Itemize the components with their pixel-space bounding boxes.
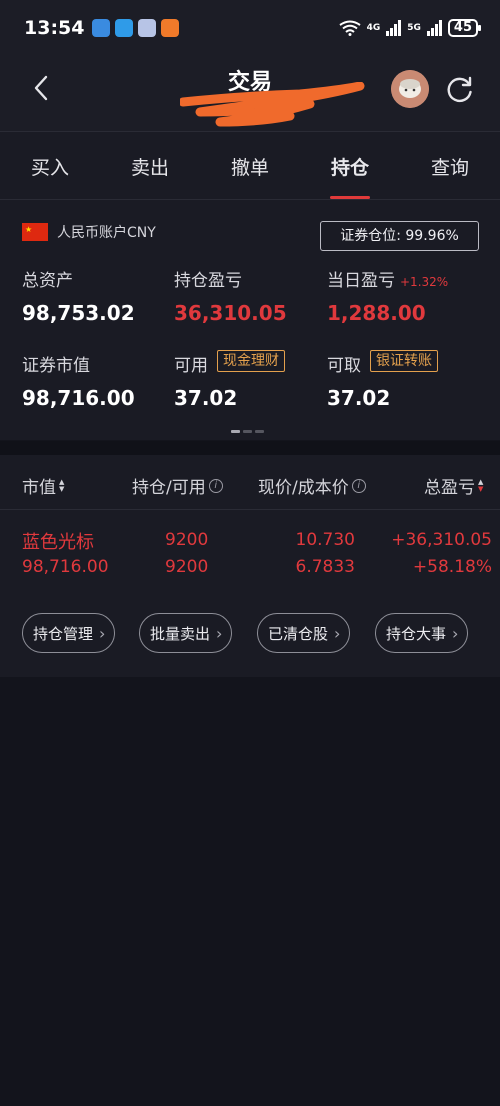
col-total-pl-label: 总盈亏 [424, 478, 475, 498]
info-icon[interactable]: i [208, 478, 223, 493]
tab-cancel-order[interactable]: 撤单 [200, 132, 300, 199]
position-ratio-badge[interactable]: 证券仓位: 99.96% [320, 221, 479, 251]
tab-query[interactable]: 查询 [400, 132, 500, 199]
info-icon[interactable]: i [351, 478, 366, 493]
position-events-label: 持仓大事 [386, 624, 447, 643]
tab-buy[interactable]: 买入 [0, 132, 100, 199]
tab-bar: 买入 卖出 撤单 持仓 查询 [0, 132, 500, 199]
stock-total-pl: +36,310.05 [391, 530, 492, 550]
position-events-button[interactable]: 持仓大事 › [375, 613, 469, 653]
cleared-stocks-button[interactable]: 已清仓股 › [257, 613, 351, 653]
refresh-icon [447, 76, 472, 103]
account-label: 人民币账户CNY [57, 225, 156, 241]
batch-sell-label: 批量卖出 [150, 624, 211, 643]
position-ratio-value: 99.96% [405, 228, 459, 244]
daily-pl-percent: +1.32% [400, 275, 449, 289]
bank-transfer-button[interactable]: 银证转账 [370, 350, 438, 372]
status-time: 13:54 [24, 17, 85, 39]
total-assets-label: 总资产 [22, 271, 73, 291]
stock-total-pl-percent: +58.18% [412, 557, 492, 577]
orange-app-icon [161, 19, 180, 37]
total-assets-value: 98,753.02 [22, 301, 135, 325]
tab-sell[interactable]: 卖出 [100, 132, 200, 199]
network-label-1: 4G [366, 23, 381, 33]
table-header-divider [0, 509, 500, 510]
col-holding-available[interactable]: 持仓/可用 i [132, 473, 223, 498]
page-dot-2 [243, 430, 252, 433]
cleared-stocks-label: 已清仓股 [268, 624, 329, 643]
refresh-button[interactable] [443, 72, 477, 106]
avatar-icon [391, 70, 429, 108]
section-gap [0, 441, 500, 455]
status-indicators: 4G 5G 45 [339, 19, 482, 37]
status-bar: 13:54 4G 5G 45 [0, 0, 500, 56]
page-dot-1 [231, 430, 240, 433]
m-app-icon [115, 19, 134, 37]
chevron-right-icon: › [452, 623, 459, 643]
stock-cost: 6.7833 [295, 557, 355, 577]
weather-app-icon [92, 19, 111, 37]
market-value-label: 证券市值 [22, 356, 90, 376]
market-value-value: 98,716.00 [22, 386, 135, 410]
col-price-cost-label: 现价/成本价 [258, 478, 349, 498]
china-flag-icon: ★ [22, 223, 48, 241]
page-indicator [231, 430, 264, 433]
cash-wealth-button[interactable]: 现金理财 [217, 350, 285, 372]
sort-icon: ▲ ▼ [59, 477, 65, 493]
sort-desc-icon: ▲ ▼ [478, 477, 484, 493]
account-selector[interactable]: ★ 人民币账户CNY [22, 222, 156, 242]
batch-sell-button[interactable]: 批量卖出 › [139, 613, 233, 653]
withdrawable-label: 可取 [327, 356, 361, 376]
daily-pl-value: 1,288.00 [327, 301, 426, 325]
position-management-button[interactable]: 持仓管理 › [22, 613, 116, 653]
chat-app-icon [138, 19, 157, 37]
avatar[interactable] [391, 70, 429, 108]
holding-pl-label: 持仓盈亏 [174, 271, 242, 291]
wifi-icon [339, 20, 361, 36]
redaction-scribble [180, 82, 365, 127]
chevron-right-icon: › [216, 623, 223, 643]
signal-icon-2 [426, 20, 442, 36]
position-management-label: 持仓管理 [33, 624, 94, 643]
stock-market-value: 98,716.00 [22, 557, 109, 577]
signal-icon [386, 20, 402, 36]
holding-pl-value: 36,310.05 [174, 301, 287, 325]
header: 交易 [0, 56, 500, 131]
available-value: 37.02 [174, 386, 238, 410]
col-holding-available-label: 持仓/可用 [132, 478, 206, 498]
col-market-value-label: 市值 [22, 478, 56, 498]
stock-holding: 9200 [165, 530, 209, 550]
holdings-section: 市值 ▲ ▼ 持仓/可用 i 现价/成本价 i 总盈亏 ▲ ▼ 蓝色光标 98,71… [0, 455, 500, 677]
daily-pl-label-wrap: 当日盈亏 +1.32% [327, 266, 448, 291]
position-ratio-label: 证券仓位: [340, 228, 401, 244]
notification-icons [92, 19, 180, 37]
col-total-pl[interactable]: 总盈亏 ▲ ▼ [424, 473, 483, 498]
chevron-right-icon: › [334, 623, 341, 643]
stock-name: 蓝色光标 [22, 532, 94, 553]
col-price-cost[interactable]: 现价/成本价 i [258, 473, 366, 498]
available-label: 可用 [174, 356, 208, 376]
tab-positions[interactable]: 持仓 [300, 132, 400, 199]
page-dot-3 [255, 430, 264, 433]
empty-area [0, 677, 500, 1106]
stock-available: 9200 [165, 557, 209, 577]
withdrawable-value: 37.02 [327, 386, 391, 410]
daily-pl-label: 当日盈亏 [327, 271, 395, 291]
col-market-value[interactable]: 市值 ▲ ▼ [22, 473, 64, 498]
network-label-2: 5G [407, 23, 421, 33]
chevron-right-icon: › [99, 623, 106, 643]
battery-icon: 45 [447, 19, 482, 37]
stock-price: 10.730 [295, 530, 355, 550]
